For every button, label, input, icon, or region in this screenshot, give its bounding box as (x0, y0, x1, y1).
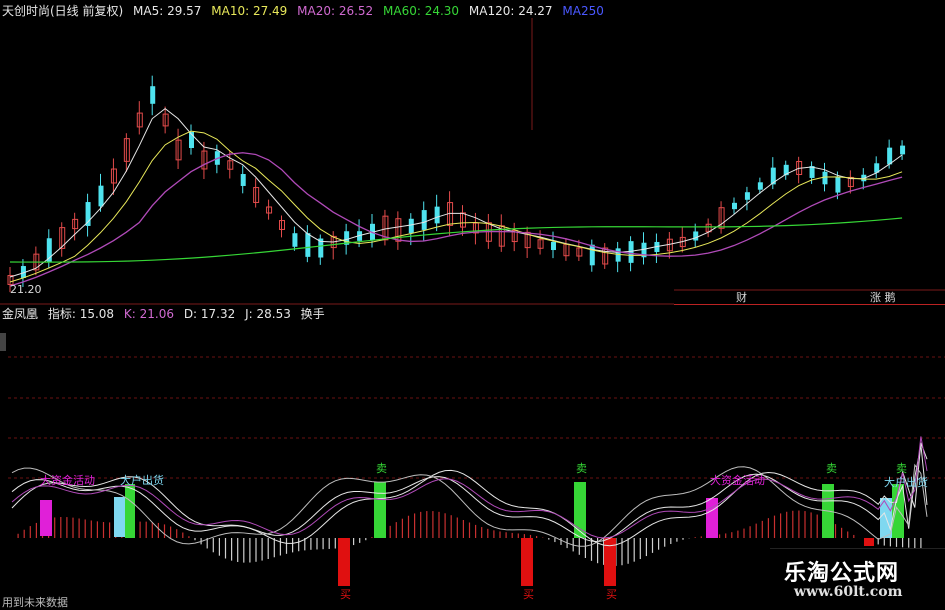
signal-bar (521, 538, 533, 586)
signal-buy-2: 买 (523, 588, 534, 601)
brand-watermark: 乐淘公式网 www.60lt.com (770, 548, 945, 609)
signal-bar (125, 484, 135, 538)
indicator-header: 金凤凰 指标: 15.08 K: 21.06 D: 17.32 J: 28.53… (2, 307, 331, 321)
signal-bar (374, 482, 386, 538)
candle-body (757, 182, 763, 190)
signal-bar (864, 538, 874, 546)
signal-sell-2: 卖 (576, 462, 587, 475)
candle-body (305, 233, 311, 257)
signal-big-money-1: 大资金活动 (40, 474, 95, 487)
candle-body (900, 145, 906, 155)
signal-buy-3: 买 (606, 588, 617, 601)
signal-dahu-sell-1: 大户出货 (120, 474, 164, 487)
moving-average-lines (9, 108, 903, 287)
indicator-k: K: 21.06 (123, 307, 174, 321)
signal-bar (40, 500, 52, 536)
signal-sell-3: 卖 (826, 462, 837, 475)
side-label-left: 财 (736, 291, 747, 304)
ma60-line (9, 217, 903, 263)
signal-bar (338, 538, 350, 586)
indicator-turnover: 换手 (300, 307, 325, 321)
signal-bar (706, 498, 718, 538)
indicator-d: D: 17.32 (183, 307, 236, 321)
brand-url: www.60lt.com (794, 584, 903, 600)
candle-body (123, 138, 130, 162)
signal-big-money-2: 大资金活动 (710, 474, 765, 487)
signal-bar (574, 482, 586, 538)
signal-buy-1: 买 (340, 588, 351, 601)
candle-body (835, 177, 841, 193)
candles (7, 75, 906, 293)
candle-body (551, 241, 556, 251)
candle-body (887, 147, 893, 165)
candle-body (732, 202, 737, 210)
candle-body (292, 233, 298, 247)
candle-body (98, 185, 104, 207)
brand-name: 乐淘公式网 (784, 561, 900, 586)
side-label-bar: 财 涨 鹅 (674, 288, 945, 305)
ma20-line (9, 152, 903, 287)
indicator-j: J: 28.53 (245, 307, 291, 321)
candle-body (589, 244, 595, 266)
footer-note: 用到未来数据 (2, 596, 68, 609)
candle-body (150, 86, 156, 104)
candle-body (421, 210, 427, 230)
indicator-name[interactable]: 金凤凰 (2, 307, 38, 321)
ma10-line (9, 130, 903, 283)
ma5-line (9, 108, 903, 278)
signal-dahu-sell-2: 大户出货 (884, 476, 928, 489)
price-low-label: 21.20 (10, 283, 42, 296)
indicator-value: 指标: 15.08 (47, 307, 115, 321)
candle-body (240, 174, 246, 186)
side-label-right: 涨 鹅 (870, 291, 896, 304)
panel-scroll-handle[interactable] (0, 333, 6, 351)
candle-body (408, 218, 414, 234)
candle-body (628, 241, 634, 263)
candle-body (822, 171, 828, 185)
candle-body (434, 206, 440, 224)
candle-body (693, 231, 699, 241)
signal-sell-1: 卖 (376, 462, 387, 475)
candle-body (744, 192, 750, 200)
grid-lines (0, 18, 945, 479)
